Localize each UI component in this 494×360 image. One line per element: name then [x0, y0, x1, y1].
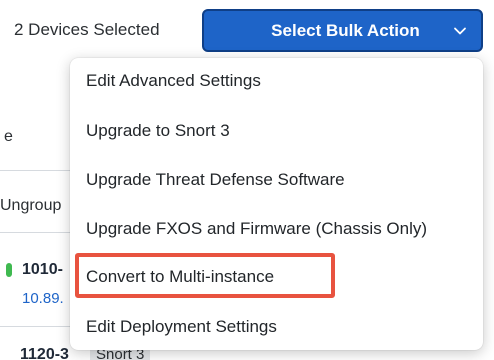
menu-item-convert-to-multi-instance[interactable]: Convert to Multi-instance	[86, 267, 274, 287]
device-ip-link[interactable]: 10.89.	[22, 290, 64, 307]
select-bulk-action-button[interactable]: Select Bulk Action	[202, 9, 483, 52]
device-name[interactable]: 1010-	[22, 261, 63, 279]
group-row-label: Ungroup	[0, 197, 62, 214]
chevron-down-icon	[454, 27, 466, 35]
select-bulk-action-label: Select Bulk Action	[271, 20, 420, 40]
bulk-action-menu: Edit Advanced Settings Upgrade to Snort …	[70, 58, 483, 350]
devices-selected-count: 2 Devices Selected	[14, 20, 160, 39]
menu-item-edit-advanced-settings[interactable]: Edit Advanced Settings	[86, 71, 261, 91]
device-name[interactable]: 1120-3	[20, 346, 69, 360]
device-status-indicator	[6, 263, 12, 277]
menu-item-upgrade-fxos-and-firmware[interactable]: Upgrade FXOS and Firmware (Chassis Only)	[86, 219, 427, 239]
table-divider	[0, 326, 70, 327]
menu-item-upgrade-to-snort-3[interactable]: Upgrade to Snort 3	[86, 121, 230, 141]
table-column-header: e	[4, 128, 13, 145]
table-divider	[0, 232, 70, 233]
menu-item-edit-deployment-settings[interactable]: Edit Deployment Settings	[86, 317, 277, 337]
menu-item-upgrade-threat-defense-software[interactable]: Upgrade Threat Defense Software	[86, 170, 345, 190]
table-divider	[0, 170, 70, 171]
